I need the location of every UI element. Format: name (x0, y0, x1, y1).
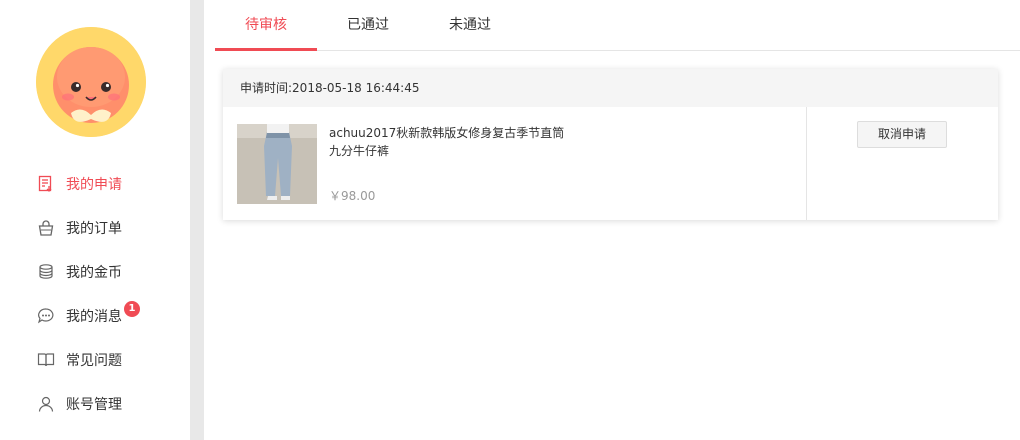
tab-approved[interactable]: 已通过 (317, 0, 419, 51)
chat-bubble-icon (37, 307, 55, 325)
sidebar-item-label: 我的申请 (66, 177, 122, 193)
card-divider (806, 107, 807, 220)
tab-pending-review[interactable]: 待审核 (215, 0, 317, 51)
jeans-photo-icon (237, 124, 317, 204)
application-body: achuu2017秋新款韩版女修身复古季节直筒 九分牛仔裤 ￥98.00 取消申… (223, 107, 998, 220)
product-thumbnail[interactable] (237, 124, 317, 204)
product-title[interactable]: achuu2017秋新款韩版女修身复古季节直筒 九分牛仔裤 (329, 124, 589, 160)
product-title-line1: achuu2017秋新款韩版女修身复古季节直筒 (329, 126, 565, 140)
cancel-application-button[interactable]: 取消申请 (857, 121, 947, 148)
coin-stack-icon (37, 263, 55, 281)
sidebar-scrollbar[interactable] (190, 0, 204, 440)
sidebar-item-faq[interactable]: 常见问题 (0, 338, 190, 382)
unread-count-badge: 1 (124, 301, 140, 317)
status-tabs: 待审核 已通过 未通过 (215, 0, 1020, 51)
sidebar-item-label: 我的金币 (66, 265, 122, 281)
sidebar-item-my-orders[interactable]: 我的订单 (0, 206, 190, 250)
sidebar: 我的申请 我的订单 我的金币 我的消息 1 常见问题 账号管理 (0, 0, 190, 440)
tab-rejected[interactable]: 未通过 (419, 0, 521, 51)
sidebar-item-label: 我的订单 (66, 221, 122, 237)
sidebar-item-account-management[interactable]: 账号管理 (0, 382, 190, 426)
application-card: 申请时间:2018-05-18 16:44:45 achuu2017秋新款韩版女… (223, 69, 998, 220)
sidebar-item-label: 常见问题 (66, 353, 122, 369)
sidebar-item-my-coins[interactable]: 我的金币 (0, 250, 190, 294)
sidebar-item-my-messages[interactable]: 我的消息 1 (0, 294, 190, 338)
application-time: 申请时间:2018-05-18 16:44:45 (223, 69, 998, 107)
apply-list-icon (37, 175, 55, 193)
sidebar-item-label: 账号管理 (66, 397, 122, 413)
sidebar-item-my-applications[interactable]: 我的申请 (0, 162, 190, 206)
sidebar-nav: 我的申请 我的订单 我的金币 我的消息 1 常见问题 账号管理 (0, 162, 190, 426)
shopping-bag-icon (37, 219, 55, 237)
main-content: 待审核 已通过 未通过 申请时间:2018-05-18 16:44:45 ach… (215, 0, 1020, 440)
avatar[interactable] (36, 27, 146, 137)
product-title-line2: 九分牛仔裤 (329, 144, 390, 158)
product-price: ￥98.00 (329, 189, 376, 203)
sidebar-item-label: 我的消息 (66, 309, 122, 325)
open-book-icon (37, 351, 55, 369)
user-icon (37, 395, 55, 413)
avatar-cartoon-icon (36, 27, 146, 137)
